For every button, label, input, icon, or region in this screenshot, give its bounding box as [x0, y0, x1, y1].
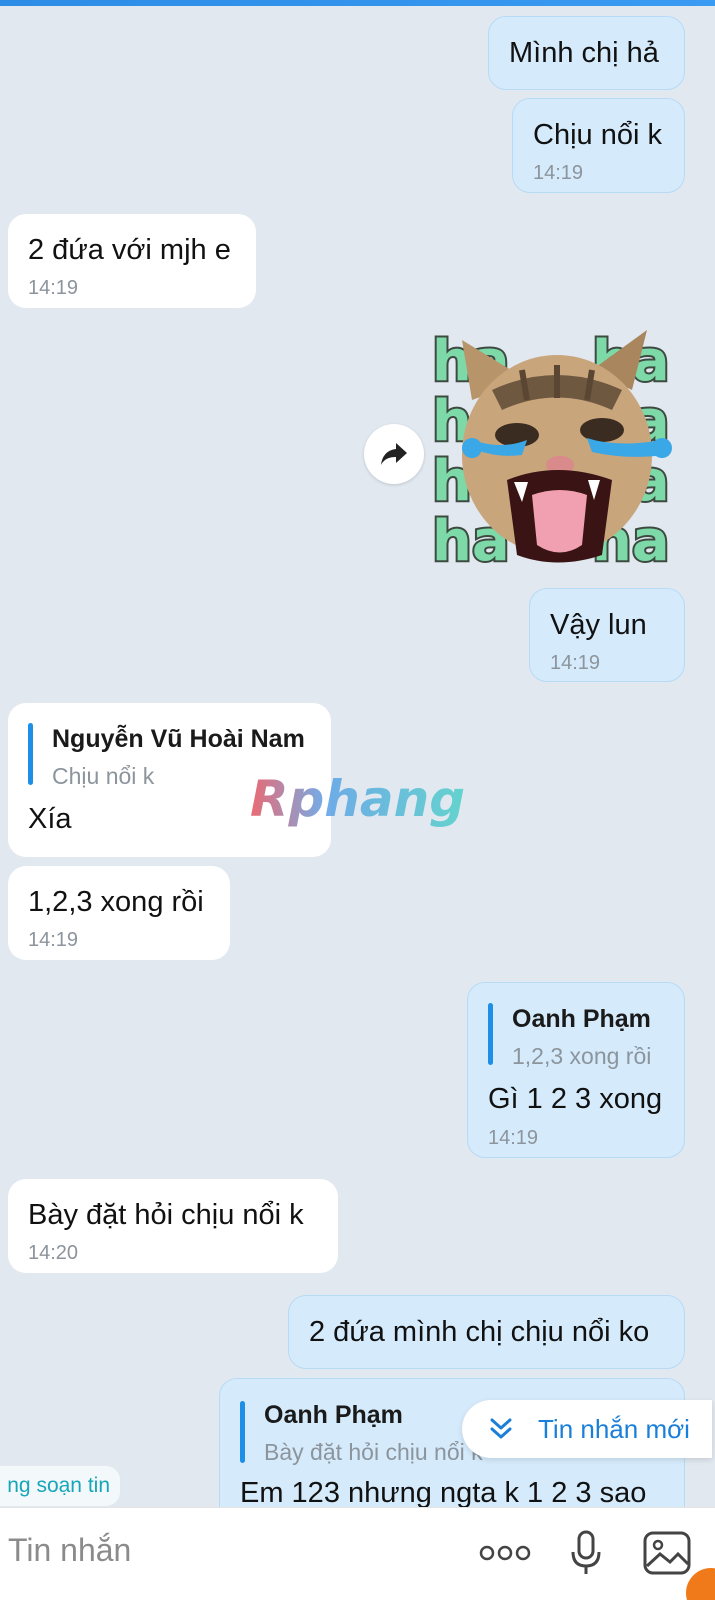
message-time: 14:19	[488, 1127, 539, 1149]
message-text: 2 đứa với mjh e	[28, 234, 231, 266]
more-icon[interactable]	[478, 1542, 532, 1564]
message-text: Bày đặt hỏi chịu nổi k	[28, 1199, 304, 1231]
microphone-icon[interactable]	[570, 1530, 602, 1578]
message-bubble-outgoing[interactable]: 2 đứa mình chị chịu nổi ko	[288, 1295, 685, 1369]
typing-indicator: ng soạn tin	[0, 1466, 120, 1506]
forward-button[interactable]	[364, 424, 424, 484]
new-messages-button[interactable]: Tin nhắn mới	[462, 1400, 712, 1458]
laughing-cat-sticker[interactable]: ha ha ha ha ha ha ha ha	[432, 330, 688, 570]
quote-text: Chịu nổi k	[52, 763, 155, 789]
message-bubble-outgoing[interactable]: Oanh Phạm 1,2,3 xong rồi Gì 1 2 3 xong 1…	[467, 982, 685, 1158]
quote-sender-name: Oanh Phạm	[512, 1005, 651, 1033]
message-time: 14:19	[550, 652, 601, 674]
message-text: 2 đứa mình chị chịu nổi ko	[309, 1316, 650, 1348]
message-time: 14:19	[533, 162, 584, 184]
message-time: 14:19	[28, 929, 79, 951]
image-icon[interactable]	[642, 1530, 692, 1576]
message-text: Xía	[28, 803, 72, 835]
message-text: Chịu nổi k	[533, 119, 662, 151]
top-accent-bar	[0, 0, 715, 6]
message-bubble-incoming[interactable]: Bày đặt hỏi chịu nổi k 14:20	[8, 1179, 338, 1273]
quote-sender-name: Nguyễn Vũ Hoài Nam	[52, 725, 305, 753]
quote-bar	[488, 1003, 493, 1065]
message-time: 14:20	[28, 1242, 79, 1264]
new-messages-label: Tin nhắn mới	[538, 1414, 690, 1444]
message-bubble-incoming[interactable]: 2 đứa với mjh e 14:19	[8, 214, 256, 308]
typing-indicator-text: ng soạn tin	[7, 1474, 110, 1497]
message-text: 1,2,3 xong rồi	[28, 886, 204, 918]
quote-sender-name: Oanh Phạm	[264, 1401, 403, 1429]
svg-text:Rphang: Rphang	[250, 770, 465, 828]
quote-text: Bày đặt hỏi chịu nổi k	[264, 1439, 483, 1465]
message-bubble-outgoing[interactable]: Vậy lun 14:19	[529, 588, 685, 682]
quote-bar	[28, 723, 33, 785]
message-bubble-outgoing[interactable]: Chịu nổi k 14:19	[512, 98, 685, 193]
message-text: Mình chị hả	[509, 37, 659, 69]
message-input[interactable]	[8, 1532, 428, 1569]
message-text: Em 123 nhưng ngta k 1 2 3 sao	[240, 1477, 647, 1509]
message-composer	[0, 1507, 715, 1600]
message-time: 14:19	[28, 277, 79, 299]
message-text: Vậy lun	[550, 609, 647, 641]
message-bubble-incoming[interactable]: 1,2,3 xong rồi 14:19	[8, 866, 230, 960]
quote-text: 1,2,3 xong rồi	[512, 1043, 652, 1069]
message-bubble-outgoing[interactable]: Mình chị hả	[488, 16, 685, 90]
watermark-logo: Rphang	[250, 770, 465, 828]
double-chevron-down-icon	[490, 1418, 512, 1439]
forward-icon	[381, 443, 407, 465]
message-text: Gì 1 2 3 xong	[488, 1083, 663, 1115]
quote-bar	[240, 1401, 245, 1463]
